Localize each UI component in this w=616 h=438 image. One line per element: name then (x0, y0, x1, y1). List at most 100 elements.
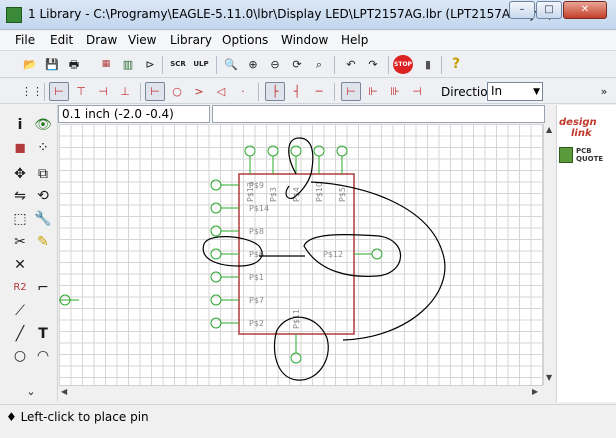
zoom-fit-icon[interactable]: 🔍 (221, 55, 241, 74)
pin-visible-off-icon[interactable]: ⊣ (407, 82, 427, 101)
undo-icon[interactable]: ↶ (341, 55, 361, 74)
scroll-right-icon[interactable]: ▶ (532, 387, 538, 396)
logo-line2: link (571, 128, 592, 139)
scroll-down-icon[interactable]: ▼ (546, 373, 552, 382)
design-link-logo[interactable]: design link (559, 117, 597, 139)
go-icon[interactable]: ▮ (418, 55, 438, 74)
pin-label: P$4 (292, 187, 301, 202)
pin-orientation-left-icon[interactable]: ⊢ (49, 82, 69, 101)
close-button[interactable]: ✕ (563, 1, 607, 19)
menu-options[interactable]: Options (222, 33, 268, 47)
menu-view[interactable]: View (128, 33, 156, 47)
save-icon[interactable]: 💾 (42, 55, 62, 74)
pin-label: P$2 (249, 319, 264, 328)
cut-icon[interactable]: ✂ (10, 232, 30, 252)
pin-function-none-icon[interactable]: ⊢ (145, 82, 165, 101)
pin-orientation-up-icon[interactable]: ⊤ (71, 82, 91, 101)
open-icon[interactable]: 📂 (20, 55, 40, 74)
pin-function-dot-icon[interactable]: ○ (167, 82, 187, 101)
status-bar: ♦ Left-click to place pin (0, 404, 616, 438)
zoom-redraw-icon[interactable]: ⟳ (287, 55, 307, 74)
pin-length-middle-icon[interactable]: ┤ (287, 82, 307, 101)
group-icon[interactable]: ⬚ (10, 209, 30, 229)
pin-function-clk-icon[interactable]: > (189, 82, 209, 101)
origin-pin[interactable] (59, 294, 79, 306)
pin-visible-pad-icon[interactable]: ⊩ (363, 82, 383, 101)
menu-library[interactable]: Library (170, 33, 212, 47)
horizontal-scrollbar[interactable]: ◀ ▶ (59, 385, 543, 397)
pin-orientation-down-icon[interactable]: ⊥ (115, 82, 135, 101)
more-tools-icon[interactable]: ⌄ (21, 382, 41, 402)
minimize-button[interactable]: – (509, 1, 535, 19)
command-line-input[interactable] (212, 105, 545, 123)
copy-icon[interactable]: ⧉ (33, 164, 53, 184)
pin-visible-pin-icon[interactable]: ⊪ (385, 82, 405, 101)
pin-label: P$3 (269, 187, 278, 202)
status-bullet-icon: ♦ (6, 410, 21, 424)
wire-icon[interactable]: ╱ (10, 324, 30, 344)
miter-icon[interactable]: ⌐ (33, 278, 53, 298)
print-icon[interactable]: 🖶 (64, 55, 84, 74)
scroll-up-icon[interactable]: ▲ (546, 125, 552, 134)
split-icon[interactable]: ⟋ (10, 301, 30, 321)
pin-visible-both-icon[interactable]: ⊢ (341, 82, 361, 101)
redo-icon[interactable]: ↷ (363, 55, 383, 74)
menu-window[interactable]: Window (281, 33, 328, 47)
ulp-icon[interactable]: ULP (191, 55, 211, 74)
paste-icon[interactable]: ✎ (33, 232, 53, 252)
pin-length-long-icon[interactable]: ─ (309, 82, 329, 101)
mark-icon[interactable]: ⁘ (33, 138, 53, 158)
scroll-left-icon[interactable]: ◀ (61, 387, 67, 396)
display-layers-icon[interactable]: ◼ (10, 138, 30, 158)
board-icon[interactable]: ▥ (118, 55, 138, 74)
grid-icon[interactable]: ⋮⋮ (20, 82, 43, 101)
design-link-panel: design link PCB QUOTE (556, 105, 616, 402)
coordinate-display: 0.1 inch (-2.0 -0.4) (58, 105, 210, 123)
script-icon[interactable]: SCR (168, 55, 188, 74)
info-icon[interactable]: i (10, 115, 30, 135)
zoom-select-icon[interactable]: ⌕ (309, 55, 329, 74)
schematic-icon[interactable]: ⊳ (140, 55, 160, 74)
direction-select[interactable]: In ▼ (487, 82, 543, 101)
stop-icon[interactable]: STOP (393, 55, 413, 74)
pin-length-short-icon[interactable]: ├ (265, 82, 285, 101)
command-toolbar: i 👁 ◼ ⁘ ✥ ⧉ ⇋ ⟲ ⬚ 🔧 ✂ ✎ ✕ R2 ⌐ ⟋ ╱ T ○ ◠… (0, 105, 58, 402)
direction-value: In (491, 84, 503, 98)
menu-edit[interactable]: Edit (50, 33, 73, 47)
pin-label: P$14 (249, 204, 269, 213)
pin-length-point-icon[interactable]: · (233, 82, 253, 101)
help-icon[interactable]: ? (446, 55, 466, 74)
circle-icon[interactable]: ○ (10, 346, 30, 366)
pcb-quote-button[interactable]: PCB QUOTE (559, 145, 613, 165)
change-icon[interactable]: 🔧 (33, 209, 53, 229)
maximize-button[interactable]: □ (536, 1, 562, 19)
menu-bar: File Edit Draw View Library Options Wind… (0, 31, 616, 51)
menu-file[interactable]: File (15, 33, 35, 47)
pin-label: P$13 (246, 182, 255, 202)
eagle-app-icon (6, 7, 22, 23)
name-icon[interactable]: R2 (10, 278, 30, 298)
zoom-out-icon[interactable]: ⊖ (265, 55, 285, 74)
toolbar-overflow-icon[interactable]: » (594, 82, 614, 101)
window-title: 1 Library - C:\Programy\EAGLE-5.11.0\lbr… (28, 7, 553, 21)
menu-draw[interactable]: Draw (86, 33, 117, 47)
zoom-in-icon[interactable]: ⊕ (243, 55, 263, 74)
vertical-scrollbar[interactable]: ▲ ▼ (543, 124, 555, 385)
pin-orientation-right-icon[interactable]: ⊣ (93, 82, 113, 101)
rotate-icon[interactable]: ⟲ (33, 186, 53, 206)
status-message: ♦ Left-click to place pin (6, 410, 149, 424)
drawing-canvas[interactable]: P$9 P$14 P$8 P$6 P$1 P$7 P$2 P$13 P$3 P$… (59, 124, 543, 385)
pin-function-dotclk-icon[interactable]: ◁ (211, 82, 231, 101)
text-icon[interactable]: T (33, 324, 53, 344)
pin-label: P$12 (323, 250, 343, 259)
move-icon[interactable]: ✥ (10, 164, 30, 184)
arc-icon[interactable]: ◠ (33, 346, 53, 366)
menu-help[interactable]: Help (341, 33, 368, 47)
parameter-toolbar: ⋮⋮ ⊢ ⊤ ⊣ ⊥ ⊢ ○ > ◁ · ├ ┤ ─ ⊢ ⊩ ⊪ ⊣ Direc… (0, 79, 616, 104)
delete-icon[interactable]: ✕ (10, 255, 30, 275)
chevron-down-icon: ▼ (533, 87, 540, 97)
mirror-icon[interactable]: ⇋ (10, 186, 30, 206)
show-icon[interactable]: 👁 (33, 115, 53, 135)
cam-icon[interactable]: ▦ (96, 55, 116, 74)
pin-label: P$7 (249, 296, 264, 305)
